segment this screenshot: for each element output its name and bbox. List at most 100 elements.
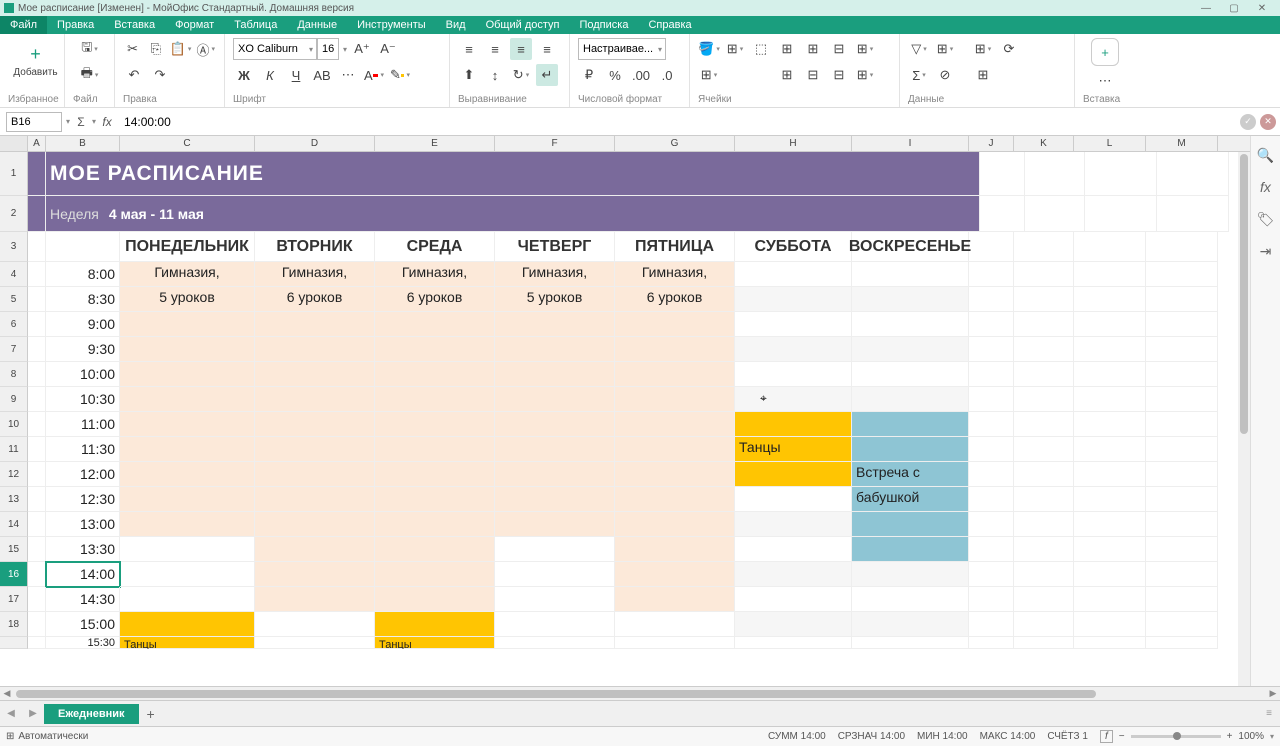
col-head-K[interactable]: K: [1014, 136, 1074, 151]
refresh-button[interactable]: ⟳: [998, 38, 1020, 60]
zoom-control[interactable]: − + 100% ▾: [1119, 731, 1274, 742]
row-head-1[interactable]: 1: [0, 152, 28, 196]
spreadsheet-grid[interactable]: A B C D E F G H I J K L M 1 МОЕ РАСПИСАН…: [0, 136, 1250, 686]
insert-more-button[interactable]: ⋯: [1094, 70, 1116, 92]
tab-menu-button[interactable]: ≡: [1258, 708, 1280, 719]
valign-top-button[interactable]: ⬆: [458, 64, 480, 86]
insert-object-button[interactable]: +: [1091, 38, 1119, 66]
align-left-button[interactable]: ≡: [458, 38, 480, 60]
clear-filter-button[interactable]: ⊘: [934, 64, 956, 86]
menu-help[interactable]: Справка: [638, 16, 701, 34]
col-head-H[interactable]: H: [735, 136, 852, 151]
borders-button[interactable]: ⊞: [724, 38, 746, 60]
menu-data[interactable]: Данные: [287, 16, 347, 34]
menu-table[interactable]: Таблица: [224, 16, 287, 34]
menu-insert[interactable]: Вставка: [104, 16, 165, 34]
strike-button[interactable]: AB: [311, 64, 333, 86]
minimize-button[interactable]: —: [1192, 3, 1220, 14]
cell-reference-box[interactable]: B16: [6, 112, 62, 132]
merge-button[interactable]: ⬚: [750, 38, 772, 60]
font-shrink-button[interactable]: A⁻: [377, 38, 399, 60]
close-button[interactable]: ✕: [1248, 3, 1276, 14]
col-head-A[interactable]: A: [28, 136, 46, 151]
col-head-M[interactable]: M: [1146, 136, 1218, 151]
sheet-tab-1[interactable]: Ежедневник: [44, 704, 139, 724]
delete-cell-button[interactable]: ⊟: [802, 64, 824, 86]
tab-next-button[interactable]: ▶: [22, 708, 44, 719]
row-head-16[interactable]: 16: [0, 562, 28, 587]
tab-prev-button[interactable]: ◀: [0, 708, 22, 719]
accept-formula-button[interactable]: ✓: [1240, 114, 1256, 130]
search-icon[interactable]: 🔍: [1257, 146, 1275, 164]
paste-button[interactable]: 📋: [169, 38, 191, 60]
sum-button[interactable]: Σ: [908, 64, 930, 86]
vertical-scrollbar[interactable]: [1238, 152, 1250, 686]
sort-button[interactable]: ⊞: [972, 38, 994, 60]
percent-button[interactable]: %: [604, 64, 626, 86]
row-head-2[interactable]: 2: [0, 196, 28, 232]
menu-share[interactable]: Общий доступ: [476, 16, 570, 34]
fx-icon[interactable]: fx: [96, 111, 118, 133]
add-button[interactable]: + Добавить: [8, 38, 63, 78]
font-grow-button[interactable]: A⁺: [351, 38, 373, 60]
calc-mode-icon[interactable]: ⊞: [6, 731, 14, 742]
font-family-select[interactable]: XO Caliburn: [233, 38, 317, 60]
menu-format[interactable]: Формат: [165, 16, 224, 34]
tag-icon[interactable]: 🏷: [1257, 210, 1275, 228]
cancel-formula-button[interactable]: ✕: [1260, 114, 1276, 130]
save-button[interactable]: 🖫: [73, 38, 106, 60]
col-head-G[interactable]: G: [615, 136, 735, 151]
col-head-E[interactable]: E: [375, 136, 495, 151]
valign-mid-button[interactable]: ↕: [484, 64, 506, 86]
print-button[interactable]: 🖶: [73, 64, 106, 86]
data-validate-button[interactable]: ⊞: [972, 64, 994, 86]
zoom-out-button[interactable]: −: [1119, 731, 1125, 742]
fx-panel-icon[interactable]: fx: [1257, 178, 1275, 196]
align-justify-button[interactable]: ≡: [536, 38, 558, 60]
col-head-D[interactable]: D: [255, 136, 375, 151]
menu-view[interactable]: Вид: [436, 16, 476, 34]
insert-row-button[interactable]: ⊞: [776, 38, 798, 60]
filter-button[interactable]: ▽: [908, 38, 930, 60]
font-size-select[interactable]: 16: [317, 38, 339, 60]
col-head-B[interactable]: B: [46, 136, 120, 151]
maximize-button[interactable]: ▢: [1220, 3, 1248, 14]
font-color-button[interactable]: A: [363, 64, 385, 86]
col-head-J[interactable]: J: [969, 136, 1014, 151]
group-button[interactable]: ⊞: [854, 64, 876, 86]
format-painter-button[interactable]: Ⓐ: [195, 38, 216, 60]
collapse-icon[interactable]: ⇥: [1257, 242, 1275, 260]
zoom-in-button[interactable]: +: [1227, 731, 1233, 742]
rotate-text-button[interactable]: ↻: [510, 64, 532, 86]
undo-button[interactable]: ↶: [123, 64, 145, 86]
pivot-button[interactable]: ⊞: [934, 38, 956, 60]
redo-button[interactable]: ↷: [149, 64, 171, 86]
italic-button[interactable]: К: [259, 64, 281, 86]
row-head-3[interactable]: 3: [0, 232, 28, 262]
underline-button[interactable]: Ч: [285, 64, 307, 86]
menu-tools[interactable]: Инструменты: [347, 16, 436, 34]
col-head-F[interactable]: F: [495, 136, 615, 151]
align-center-button[interactable]: ≡: [484, 38, 506, 60]
formula-input[interactable]: 14:00:00: [118, 112, 1240, 132]
copy-button[interactable]: ⎘: [146, 38, 165, 60]
insert-cell-button[interactable]: ⊞: [776, 64, 798, 86]
horizontal-scrollbar[interactable]: ◀ ▶: [0, 686, 1280, 700]
wrap-text-button[interactable]: ↵: [536, 64, 558, 86]
delete-row-button[interactable]: ⊟: [828, 38, 850, 60]
cut-button[interactable]: ✂: [123, 38, 142, 60]
align-right-button[interactable]: ≡: [510, 38, 532, 60]
menu-file[interactable]: Файл: [0, 16, 47, 34]
autosum-icon[interactable]: Σ: [70, 111, 92, 133]
dec-inc-button[interactable]: .00: [630, 64, 652, 86]
menu-subscribe[interactable]: Подписка: [569, 16, 638, 34]
select-all-corner[interactable]: [0, 136, 28, 151]
delete-col-button[interactable]: ⊟: [828, 64, 850, 86]
number-format-select[interactable]: Настраивае...: [578, 38, 666, 60]
col-head-L[interactable]: L: [1074, 136, 1146, 151]
dec-dec-button[interactable]: .0: [656, 64, 678, 86]
menu-edit[interactable]: Правка: [47, 16, 104, 34]
selected-cell[interactable]: 14:00: [46, 562, 120, 587]
more-font-button[interactable]: ⋯: [337, 64, 359, 86]
bold-button[interactable]: Ж: [233, 64, 255, 86]
